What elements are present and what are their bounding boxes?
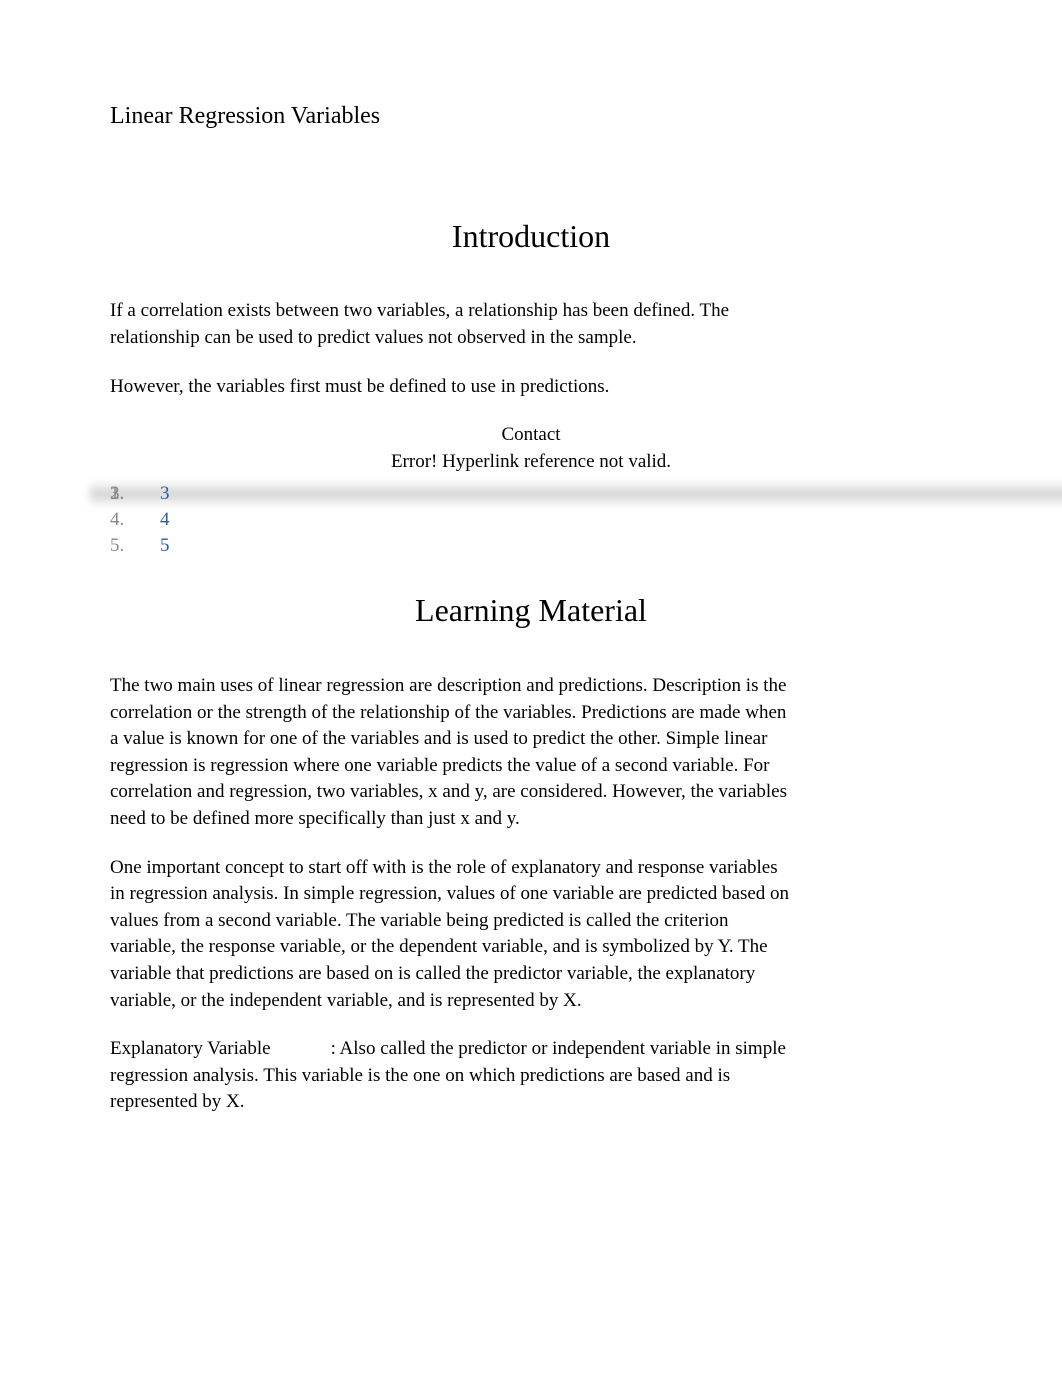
term-label: Explanatory Variable	[110, 1038, 271, 1059]
term-definition-paragraph: Explanatory Variable: Also called the pr…	[110, 1036, 790, 1116]
list-item-link[interactable]: 4	[110, 507, 952, 533]
intro-paragraph-2: However, the variables first must be def…	[110, 374, 790, 401]
list-item-text: 3	[160, 483, 170, 504]
numbered-list: 3 4 5	[110, 481, 952, 558]
contact-label: Contact	[110, 422, 952, 449]
intro-paragraph-1: If a correlation exists between two vari…	[110, 298, 790, 351]
introduction-heading: Introduction	[110, 214, 952, 259]
list-item-link[interactable]: 5	[110, 533, 952, 559]
contact-error-text: Error! Hyperlink reference not valid.	[110, 449, 952, 476]
list-item-link[interactable]: 3	[110, 481, 952, 507]
list-item-text: 5	[160, 535, 170, 556]
contact-block: Contact Error! Hyperlink reference not v…	[110, 422, 952, 475]
document-title: Linear Regression Variables	[110, 100, 952, 134]
learning-paragraph-2: One important concept to start off with …	[110, 855, 790, 1015]
learning-paragraph-1: The two main uses of linear regression a…	[110, 673, 790, 833]
learning-material-heading: Learning Material	[110, 588, 952, 633]
list-item-text: 4	[160, 509, 170, 530]
